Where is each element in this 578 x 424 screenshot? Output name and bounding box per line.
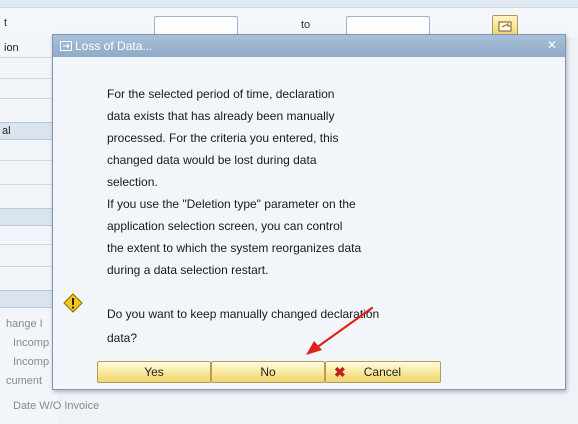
section-header: al <box>0 122 58 140</box>
close-icon[interactable]: ✕ <box>545 38 559 52</box>
list-item[interactable]: Incomp <box>13 337 49 349</box>
yes-button[interactable]: Yes <box>97 361 211 383</box>
message-line: For the selected period of time, declara… <box>107 87 335 101</box>
no-button-label: No <box>260 365 276 379</box>
list-item[interactable]: Date W/O Invoice <box>13 400 99 412</box>
field-label-fragment: t <box>4 17 8 29</box>
loss-of-data-dialog: Loss of Data... ✕ For the selected perio… <box>52 34 566 390</box>
to-label: to <box>301 19 311 31</box>
row-divider <box>0 160 58 161</box>
message-line: processed. For the criteria you entered,… <box>107 131 339 145</box>
message-line: data exists that has already been manual… <box>107 109 335 123</box>
date-from-input[interactable] <box>154 16 238 36</box>
message-line: during a data selection restart. <box>107 263 269 277</box>
question-line: data? <box>107 331 138 345</box>
no-button[interactable]: No <box>211 361 325 383</box>
message-line: the extent to which the system reorganiz… <box>107 241 362 255</box>
list-item[interactable]: Incomp <box>13 356 49 368</box>
section-header-label: al <box>2 125 11 137</box>
section-header-3 <box>0 290 58 308</box>
row-divider <box>0 184 58 185</box>
question-line: Do you want to keep manually changed dec… <box>107 307 380 321</box>
multiple-selection-icon <box>498 21 512 32</box>
message-line: If you use the "Deletion type" parameter… <box>107 197 356 211</box>
row-divider <box>0 78 58 79</box>
row-divider <box>0 244 58 245</box>
field-label-fragment: ion <box>4 42 19 54</box>
background-right-strip <box>566 38 578 424</box>
list-item[interactable]: hange I <box>6 318 43 330</box>
list-item[interactable]: cument <box>6 375 42 387</box>
row-divider <box>0 98 58 99</box>
dialog-titlebar[interactable]: Loss of Data... ✕ <box>53 35 565 57</box>
background-top-strip <box>0 0 578 8</box>
section-header-2 <box>0 208 58 226</box>
dialog-title: Loss of Data... <box>75 39 153 53</box>
date-to-input[interactable] <box>346 16 430 36</box>
message-line: application selection screen, you can co… <box>107 219 343 233</box>
message-line: changed data would be lost during data <box>107 153 317 167</box>
cancel-icon: ✖ <box>334 363 346 380</box>
row-divider <box>0 57 58 58</box>
dialog-window-icon <box>60 41 72 51</box>
cancel-button[interactable]: ✖ Cancel <box>325 361 441 383</box>
warning-icon <box>63 293 83 316</box>
message-line: selection. <box>107 175 158 189</box>
cancel-button-label: Cancel <box>363 365 402 379</box>
yes-button-label: Yes <box>144 365 164 379</box>
row-divider <box>0 266 58 267</box>
